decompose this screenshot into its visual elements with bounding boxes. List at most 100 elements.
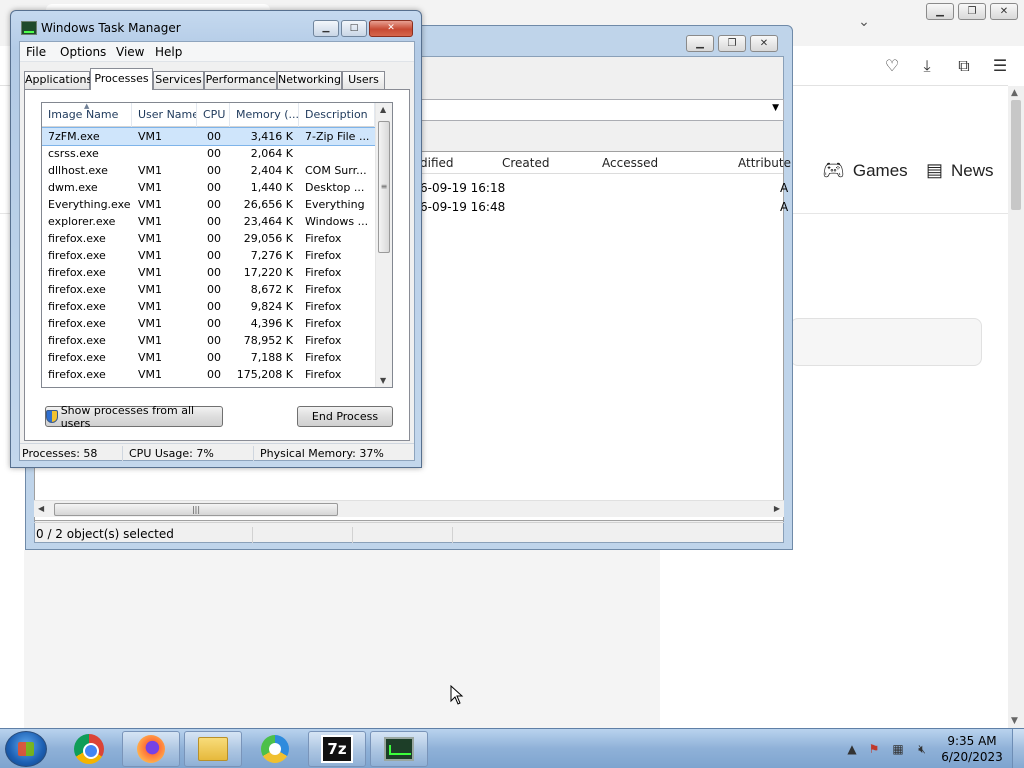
process-row[interactable]: dllhost.exe VM1 00 2,404 K COM Surr... bbox=[42, 162, 375, 179]
taskbar-firefox[interactable] bbox=[122, 731, 180, 767]
end-process-button[interactable]: End Process bbox=[297, 406, 393, 427]
taskbar-task-manager[interactable] bbox=[370, 731, 428, 767]
tab-users[interactable]: Users bbox=[342, 71, 385, 89]
action-center-icon[interactable]: ⚑ bbox=[866, 741, 882, 757]
process-memory: 2,404 K bbox=[250, 164, 293, 177]
column-user-name[interactable]: User Name bbox=[132, 103, 197, 127]
tab-applications[interactable]: Applications bbox=[24, 71, 92, 89]
process-list[interactable]: ▲ Image Name User Name CPU Memory (... D… bbox=[41, 102, 393, 388]
process-row[interactable]: explorer.exe VM1 00 23,464 K Windows ... bbox=[42, 213, 375, 230]
close-icon[interactable]: ✕ bbox=[750, 35, 778, 52]
file-row[interactable]: 6-09-19 16:18 bbox=[420, 181, 505, 195]
column-created[interactable]: Created bbox=[502, 156, 550, 170]
system-clock[interactable]: 9:35 AM 6/20/2023 bbox=[940, 733, 1004, 765]
scroll-down-icon[interactable]: ▼ bbox=[1011, 716, 1018, 726]
tab-performance[interactable]: Performance bbox=[204, 71, 277, 89]
taskbar-keepass[interactable] bbox=[246, 731, 304, 767]
menu-help[interactable]: Help bbox=[155, 45, 182, 59]
column-memory[interactable]: Memory (... bbox=[230, 103, 299, 127]
keepass-icon bbox=[261, 735, 289, 763]
column-description[interactable]: Description bbox=[299, 103, 375, 127]
process-row[interactable]: firefox.exe VM1 00 175,208 K Firefox bbox=[42, 366, 375, 383]
taskbar-7zip[interactable]: 7z bbox=[308, 731, 366, 767]
show-hidden-icons-icon[interactable]: ▲ bbox=[844, 741, 860, 757]
menu-file[interactable]: File bbox=[26, 45, 46, 59]
minimize-icon[interactable]: ▁ bbox=[313, 20, 339, 37]
scroll-right-icon[interactable]: ▶ bbox=[774, 504, 780, 513]
menu-view[interactable]: View bbox=[116, 45, 144, 59]
show-all-processes-button[interactable]: Show processes from all users bbox=[45, 404, 223, 430]
path-combobox[interactable]: ▼ bbox=[412, 99, 784, 121]
column-image-name[interactable]: Image Name bbox=[42, 103, 132, 127]
nav-link-news[interactable]: ▤ News bbox=[926, 160, 994, 181]
scroll-left-icon[interactable]: ◀ bbox=[38, 504, 44, 513]
volume-muted-icon[interactable]: 🔇︎ bbox=[914, 741, 930, 757]
file-row[interactable]: 6-09-19 16:48 bbox=[420, 200, 505, 214]
horizontal-scrollbar[interactable]: ◀ ||| ▶ bbox=[34, 500, 784, 517]
scroll-up-icon[interactable]: ▲ bbox=[380, 105, 386, 114]
process-row[interactable]: 7zFM.exe VM1 00 3,416 K 7-Zip File ... bbox=[42, 127, 376, 146]
column-modified[interactable]: dified bbox=[420, 156, 454, 170]
network-icon[interactable]: ▦ bbox=[890, 741, 906, 757]
taskbar-chrome[interactable] bbox=[60, 731, 118, 767]
process-row[interactable]: dwm.exe VM1 00 1,440 K Desktop ... bbox=[42, 179, 375, 196]
dropdown-arrow-icon[interactable]: ▼ bbox=[772, 103, 779, 113]
minimize-icon[interactable]: ▁ bbox=[686, 35, 714, 52]
tab-list-chevron-icon[interactable]: ⌄ bbox=[852, 10, 876, 34]
minimize-icon[interactable]: ▁ bbox=[926, 3, 954, 20]
show-desktop-button[interactable] bbox=[1012, 729, 1024, 768]
tab-services[interactable]: Services bbox=[153, 71, 204, 89]
process-cpu: 00 bbox=[207, 130, 221, 143]
process-row[interactable]: Everything.exe VM1 00 26,656 K Everything bbox=[42, 196, 375, 213]
taskbar-file-explorer[interactable] bbox=[184, 731, 242, 767]
scroll-down-icon[interactable]: ▼ bbox=[380, 376, 386, 385]
restore-icon[interactable]: ❐ bbox=[718, 35, 746, 52]
horizontal-scroll-thumb[interactable]: ||| bbox=[54, 503, 338, 516]
process-description: Desktop ... bbox=[305, 181, 365, 194]
menu-options[interactable]: Options bbox=[60, 45, 106, 59]
process-scroll-thumb[interactable]: ≡ bbox=[378, 121, 390, 253]
process-description: COM Surr... bbox=[305, 164, 367, 177]
close-icon[interactable]: ✕ bbox=[369, 20, 413, 37]
process-image-name: firefox.exe bbox=[48, 334, 106, 347]
tab-processes[interactable]: Processes bbox=[90, 68, 153, 90]
process-list-scrollbar[interactable]: ▲ ≡ ▼ bbox=[375, 103, 392, 387]
process-row[interactable]: firefox.exe VM1 00 7,188 K Firefox bbox=[42, 349, 375, 366]
process-row[interactable]: firefox.exe VM1 00 7,276 K Firefox bbox=[42, 247, 375, 264]
scroll-thumb[interactable] bbox=[1011, 100, 1021, 210]
end-process-label: End Process bbox=[311, 410, 379, 423]
process-memory: 4,396 K bbox=[250, 317, 293, 330]
close-icon[interactable]: ✕ bbox=[990, 3, 1018, 20]
menu-icon[interactable]: ☰ bbox=[988, 54, 1012, 78]
process-image-name: 7zFM.exe bbox=[48, 130, 100, 143]
column-cpu[interactable]: CPU bbox=[197, 103, 230, 127]
column-attributes[interactable]: Attribute bbox=[738, 156, 791, 170]
process-image-name: explorer.exe bbox=[48, 215, 116, 228]
pocket-icon[interactable]: ♡ bbox=[880, 54, 904, 78]
process-description: 7-Zip File ... bbox=[305, 130, 370, 143]
maximize-icon[interactable]: □ bbox=[341, 20, 367, 37]
browser-scrollbar[interactable]: ▲ ▼ bbox=[1008, 86, 1024, 728]
restore-icon[interactable]: ❐ bbox=[958, 3, 986, 20]
process-row[interactable]: firefox.exe VM1 00 78,952 K Firefox bbox=[42, 332, 375, 349]
nav-link-games[interactable]: 🎮︎ Games bbox=[822, 160, 908, 181]
process-row[interactable]: csrss.exe 00 2,064 K bbox=[42, 145, 375, 162]
process-row[interactable]: firefox.exe VM1 00 8,672 K Firefox bbox=[42, 281, 375, 298]
process-user-name: VM1 bbox=[138, 215, 163, 228]
process-row[interactable]: firefox.exe VM1 00 9,824 K Firefox bbox=[42, 298, 375, 315]
start-button[interactable] bbox=[5, 731, 47, 767]
process-description: Firefox bbox=[305, 232, 342, 245]
search-input[interactable] bbox=[790, 318, 982, 366]
task-manager-titlebar[interactable]: Windows Task Manager ▁ □ ✕ bbox=[11, 11, 421, 41]
scroll-up-icon[interactable]: ▲ bbox=[1011, 88, 1018, 98]
process-user-name: VM1 bbox=[138, 198, 163, 211]
uac-shield-icon bbox=[46, 410, 58, 423]
process-user-name: VM1 bbox=[138, 300, 163, 313]
download-icon[interactable]: ⤓ bbox=[915, 54, 939, 78]
column-accessed[interactable]: Accessed bbox=[602, 156, 658, 170]
extensions-icon[interactable]: ⧉ bbox=[952, 54, 976, 78]
process-row[interactable]: firefox.exe VM1 00 4,396 K Firefox bbox=[42, 315, 375, 332]
process-row[interactable]: firefox.exe VM1 00 17,220 K Firefox bbox=[42, 264, 375, 281]
tab-networking[interactable]: Networking bbox=[277, 71, 342, 89]
process-row[interactable]: firefox.exe VM1 00 29,056 K Firefox bbox=[42, 230, 375, 247]
